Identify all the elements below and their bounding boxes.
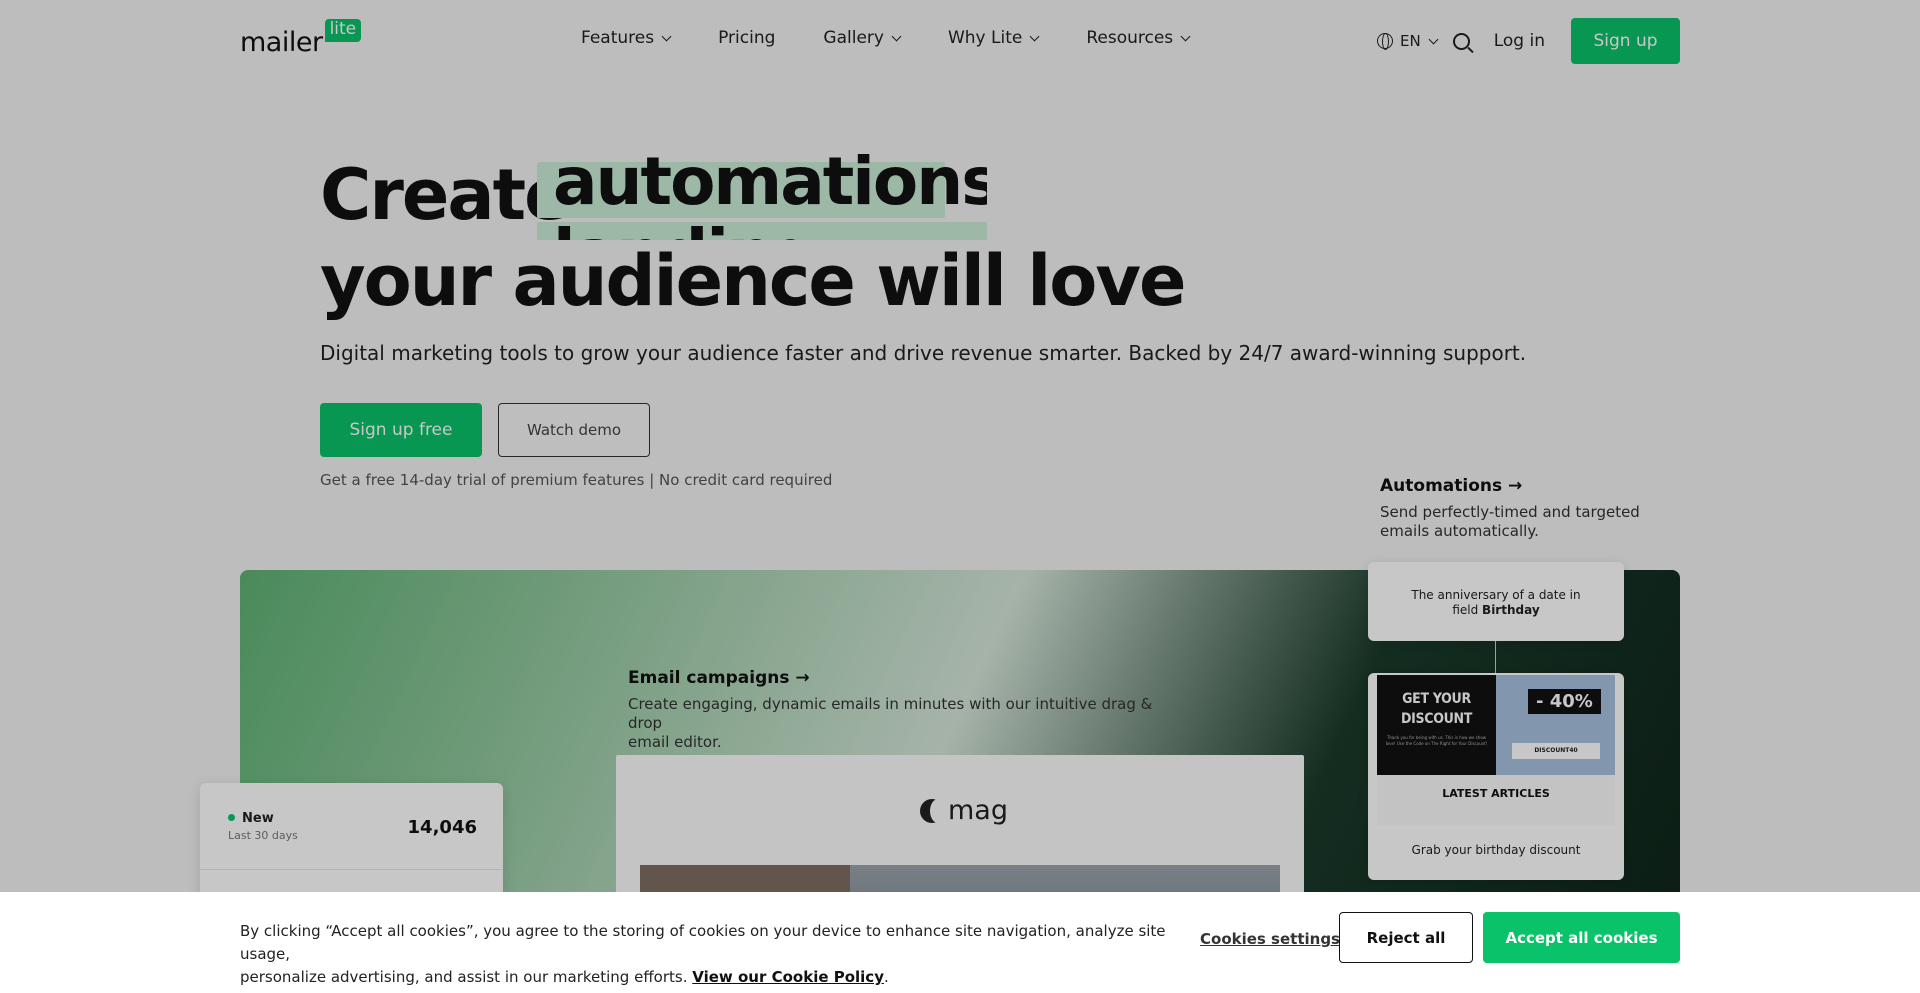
cookie-banner: By clicking “Accept all cookies”, you ag… bbox=[0, 892, 1920, 993]
signup-free-button[interactable]: Sign up free bbox=[320, 403, 482, 457]
discount-headline: GET YOUR DISCOUNT bbox=[1377, 689, 1496, 729]
rotating-word-next: landing pages bbox=[553, 217, 987, 240]
desc-line: Create engaging, dynamic emails in minut… bbox=[628, 695, 1153, 732]
stat-period: Last 30 days bbox=[228, 829, 298, 842]
hero-subtitle: Digital marketing tools to grow your aud… bbox=[320, 341, 1527, 365]
language-label: EN bbox=[1400, 32, 1421, 50]
cookies-settings-button[interactable]: Cookies settings bbox=[1200, 930, 1340, 948]
hero-title-line2: your audience will love bbox=[320, 240, 1186, 322]
mag-logo: mag bbox=[920, 795, 1008, 826]
cookie-policy-link[interactable]: View our Cookie Policy bbox=[692, 968, 884, 986]
language-selector[interactable]: EN bbox=[1377, 32, 1439, 50]
nav-item-resources[interactable]: Resources bbox=[1086, 28, 1191, 48]
automations-link[interactable]: Automations → bbox=[1380, 476, 1522, 496]
mag-brand-text: mag bbox=[948, 795, 1008, 826]
globe-icon bbox=[1377, 33, 1394, 50]
accept-all-cookies-button[interactable]: Accept all cookies bbox=[1483, 912, 1680, 963]
login-link[interactable]: Log in bbox=[1494, 31, 1545, 51]
nav-item-label: Why Lite bbox=[947, 28, 1023, 48]
hero-rotating-word: automations landing pages bbox=[537, 144, 987, 240]
chevron-down-icon bbox=[1180, 31, 1191, 41]
stat-value: 14,046 bbox=[407, 817, 477, 838]
main-nav: Features Pricing Gallery Why Lite Resour… bbox=[581, 28, 1237, 48]
trigger-prefix: field bbox=[1452, 603, 1483, 617]
hero-title-line1: Create bbox=[320, 154, 572, 236]
automation-email-card: GET YOUR DISCOUNT Thank you for being wi… bbox=[1368, 673, 1624, 880]
trigger-text: field Birthday bbox=[1368, 603, 1624, 618]
desc-line: Send perfectly-timed and targeted bbox=[1380, 503, 1640, 521]
signup-button[interactable]: Sign up bbox=[1571, 18, 1680, 64]
chevron-down-icon bbox=[891, 31, 902, 41]
email-campaigns-link[interactable]: Email campaigns → bbox=[628, 668, 810, 688]
discount-banner: GET YOUR DISCOUNT Thank you for being wi… bbox=[1377, 675, 1496, 775]
chevron-down-icon bbox=[1428, 34, 1439, 44]
nav-item-label: Features bbox=[581, 28, 655, 48]
connector-line bbox=[1495, 641, 1496, 673]
nav-item-pricing[interactable]: Pricing bbox=[718, 28, 775, 48]
desc-line: emails automatically. bbox=[1380, 522, 1539, 540]
header-actions: EN Log in Sign up bbox=[1377, 18, 1680, 64]
rotating-word-current: automations bbox=[553, 144, 987, 220]
email-campaigns-desc: Create engaging, dynamic emails in minut… bbox=[628, 695, 1188, 752]
chevron-down-icon bbox=[661, 31, 672, 41]
automation-trigger-card: The anniversary of a date in field Birth… bbox=[1368, 562, 1624, 641]
cookie-text-line: By clicking “Accept all cookies”, you ag… bbox=[240, 922, 1166, 963]
email-subject: Grab your birthday discount bbox=[1411, 843, 1581, 857]
chevron-down-icon bbox=[1029, 31, 1040, 41]
nav-item-gallery[interactable]: Gallery bbox=[823, 28, 902, 48]
logo-text: mailer bbox=[240, 27, 323, 58]
nav-item-label: Pricing bbox=[718, 28, 776, 48]
stat-label: New bbox=[242, 811, 274, 826]
automations-desc: Send perfectly-timed and targeted emails… bbox=[1380, 503, 1640, 541]
status-dot-icon bbox=[228, 814, 235, 821]
watch-demo-button[interactable]: Watch demo bbox=[498, 403, 650, 457]
trial-note: Get a free 14-day trial of premium featu… bbox=[320, 471, 833, 489]
headline-line: GET YOUR bbox=[1402, 691, 1471, 707]
mailerlite-logo[interactable]: mailer lite bbox=[240, 19, 362, 58]
search-icon[interactable] bbox=[1452, 32, 1470, 50]
logo-badge: lite bbox=[324, 19, 362, 42]
discount-code: DISCOUNT40 bbox=[1512, 743, 1600, 759]
nav-item-label: Gallery bbox=[823, 28, 884, 48]
site-header: mailer lite Features Pricing Gallery Why… bbox=[0, 0, 1920, 82]
discount-fine-print: Thank you for being with us. This is how… bbox=[1385, 735, 1488, 746]
trigger-text: The anniversary of a date in bbox=[1411, 588, 1581, 602]
nav-item-features[interactable]: Features bbox=[581, 28, 672, 48]
discount-panel: - 40% DISCOUNT40 bbox=[1496, 675, 1615, 775]
desc-line: email editor. bbox=[628, 733, 722, 751]
latest-articles-heading: LATEST ARTICLES bbox=[1377, 775, 1615, 825]
divider bbox=[200, 869, 503, 870]
moon-icon bbox=[920, 798, 946, 823]
cookie-message: By clicking “Accept all cookies”, you ag… bbox=[240, 920, 1190, 989]
cookie-text-line: personalize advertising, and assist in o… bbox=[240, 968, 889, 986]
discount-percent: - 40% bbox=[1528, 689, 1601, 714]
trigger-field: Birthday bbox=[1482, 603, 1540, 617]
nav-item-why-lite[interactable]: Why Lite bbox=[947, 28, 1040, 48]
cookie-text-part: personalize advertising, and assist in o… bbox=[240, 968, 688, 986]
headline-line: DISCOUNT bbox=[1400, 711, 1473, 727]
nav-item-label: Resources bbox=[1086, 28, 1174, 48]
reject-all-button[interactable]: Reject all bbox=[1339, 912, 1473, 963]
